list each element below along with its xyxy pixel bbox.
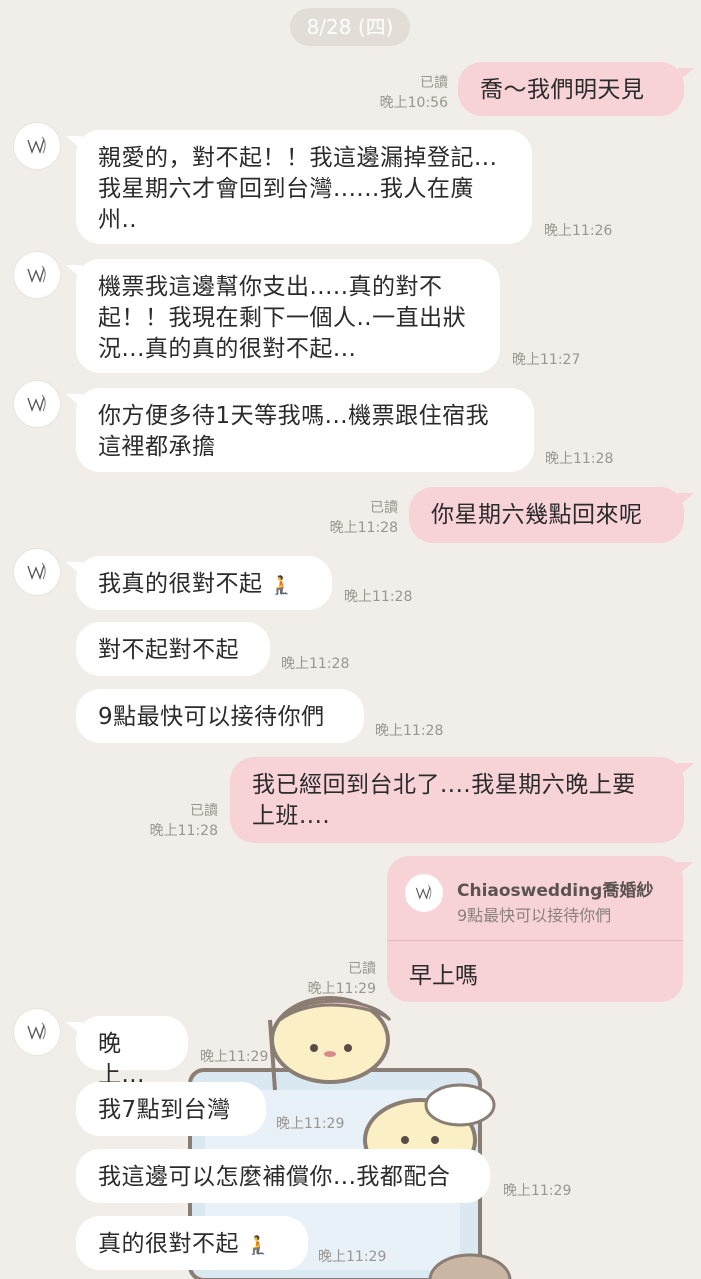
message-time: 晚上11:28: [545, 451, 614, 467]
quoted-message-text: 9點最快可以接待你們: [457, 906, 612, 925]
message-text: 對不起對不起: [98, 637, 239, 663]
message-text: 9點最快可以接待你們: [98, 704, 325, 730]
avatar[interactable]: [14, 549, 60, 595]
reply-bubble-outgoing[interactable]: Chiaoswedding喬婚紗 9點最快可以接待你們 早上嗎: [387, 856, 693, 1002]
message-bubble-incoming[interactable]: 親愛的，對不起！！我這邊漏掉登記... 我星期六才會回到台灣......我人在廣…: [66, 130, 532, 244]
brand-logo-icon: [27, 1022, 46, 1040]
avatar[interactable]: [14, 381, 60, 427]
message-text: 親愛的，對不起！！我這邊漏掉登記... 我星期六才會回到台灣......我人在廣…: [98, 145, 498, 233]
read-receipt: 已讀: [190, 803, 218, 819]
quote-divider: [387, 940, 683, 941]
read-receipt: 已讀: [370, 500, 398, 516]
kneeling-person-emoji: 🧎: [246, 1235, 270, 1256]
message-time: 晚上11:29: [200, 1049, 269, 1065]
message-bubble-outgoing[interactable]: 你星期六幾點回來呢: [409, 487, 694, 543]
message-bubble-incoming[interactable]: 晚上...: [66, 1016, 188, 1088]
message-text: 晚上...: [98, 1031, 145, 1088]
brand-logo-icon: [27, 265, 46, 283]
message-text: 真的很對不起: [98, 1231, 239, 1257]
message-time: 晚上11:28: [149, 823, 218, 839]
message-text: 喬～我們明天見: [480, 77, 645, 103]
quoted-avatar: [405, 874, 443, 912]
read-receipt: 已讀: [420, 75, 448, 91]
message-text: 我真的很對不起: [98, 571, 263, 597]
message-bubble-incoming[interactable]: 我真的很對不起 🧎: [66, 556, 332, 610]
message-bubble-incoming[interactable]: 機票我這邊幫你支出.....真的對不 起！！我現在剩下一個人..一直出狀 況..…: [66, 259, 500, 373]
message-time: 晚上10:56: [379, 95, 448, 111]
message-bubble-incoming[interactable]: 對不起對不起: [76, 622, 270, 676]
message-text: 我這邊可以怎麼補償你...我都配合: [98, 1164, 451, 1190]
message-bubble-outgoing[interactable]: 喬～我們明天見: [458, 62, 694, 116]
brand-logo-icon: [27, 136, 46, 154]
quoted-sender-name: Chiaoswedding喬婚紗: [457, 881, 654, 901]
message-text: 你星期六幾點回來呢: [431, 502, 643, 528]
kneeling-person-emoji: 🧎: [270, 575, 294, 596]
avatar[interactable]: [14, 123, 60, 169]
avatar[interactable]: [14, 1009, 60, 1055]
brand-logo-icon: [27, 394, 46, 412]
message-time: 晚上11:27: [512, 352, 581, 368]
read-receipt: 已讀: [348, 961, 376, 977]
message-text: 我7點到台灣: [98, 1097, 231, 1123]
message-time: 晚上11:29: [318, 1249, 387, 1265]
date-separator: 8/28 (四): [290, 8, 410, 46]
message-bubble-incoming[interactable]: 我這邊可以怎麼補償你...我都配合: [76, 1149, 490, 1203]
message-bubble-incoming[interactable]: 真的很對不起 🧎: [76, 1216, 308, 1270]
message-text: 早上嗎: [409, 963, 478, 989]
message-time: 晚上11:26: [544, 223, 613, 239]
message-time: 晚上11:28: [281, 656, 350, 672]
avatar[interactable]: [14, 252, 60, 298]
message-text: 你方便多待1天等我嗎...機票跟住宿我 這裡都承擔: [98, 403, 490, 460]
message-time: 晚上11:28: [329, 520, 398, 536]
message-time: 晚上11:29: [503, 1183, 572, 1199]
message-bubble-incoming[interactable]: 我7點到台灣: [76, 1082, 266, 1136]
brand-logo-icon: [415, 885, 432, 900]
message-bubble-outgoing[interactable]: 我已經回到台北了....我星期六晚上要 上班....: [230, 757, 694, 843]
brand-logo-icon: [27, 562, 46, 580]
message-time: 晚上11:29: [276, 1116, 345, 1132]
message-text: 機票我這邊幫你支出.....真的對不 起！！我現在剩下一個人..一直出狀 況..…: [98, 274, 467, 362]
message-text: 我已經回到台北了....我星期六晚上要 上班....: [252, 772, 636, 829]
message-time: 晚上11:28: [344, 589, 413, 605]
message-bubble-incoming[interactable]: 9點最快可以接待你們: [76, 689, 364, 743]
message-time: 晚上11:28: [375, 723, 444, 739]
message-bubble-incoming[interactable]: 你方便多待1天等我嗎...機票跟住宿我 這裡都承擔: [66, 388, 534, 472]
